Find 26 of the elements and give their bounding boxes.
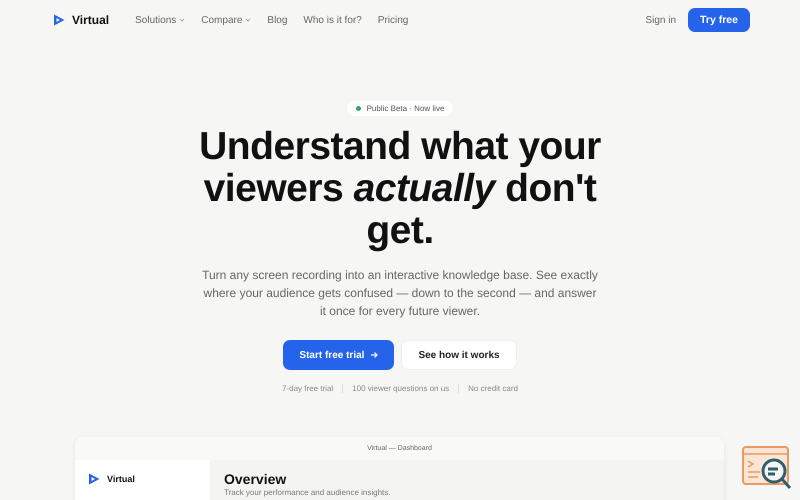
subtitle: Turn any screen recording into an interactive knowledge base. See exactly where your audience gets confused — down to the second — and answer it once for every future viewer. [202,267,598,320]
try-free-button[interactable]: Try free [688,8,750,32]
logo-icon [52,13,66,27]
browser-search-icon[interactable] [742,446,792,490]
nav-link[interactable]: Solutions [135,14,186,26]
headline: Understand what your viewers actually don't get. [198,126,602,252]
feature-note: 100 viewer questions on us [352,384,450,393]
sidebar-brand: Virtual [107,473,135,486]
dashboard-heading: Overview [224,471,288,487]
nav-link[interactable]: Compare [201,14,252,26]
nav-link[interactable]: Pricing [378,14,408,26]
see-how-button[interactable]: See how it works [401,340,517,370]
dashboard-subheading: Track your performance and audience insights. [224,488,390,498]
feature-note: 7-day free trial [282,384,334,393]
logo-icon [87,472,101,486]
brand-name[interactable]: Virtual [72,13,110,27]
nav-link[interactable]: Blog [267,14,288,26]
badge-text: Public Beta · Now live [366,104,444,113]
feature-note: No credit card [468,384,518,393]
status-dot [356,106,361,111]
arrow-right-icon [370,351,378,359]
chevron-down-icon [245,18,252,22]
start-trial-button[interactable]: Start free trial [283,340,394,370]
chevron-down-icon [179,18,186,22]
sign-in-link[interactable]: Sign in [645,14,676,26]
nav-link[interactable]: Who is it for? [303,14,362,26]
